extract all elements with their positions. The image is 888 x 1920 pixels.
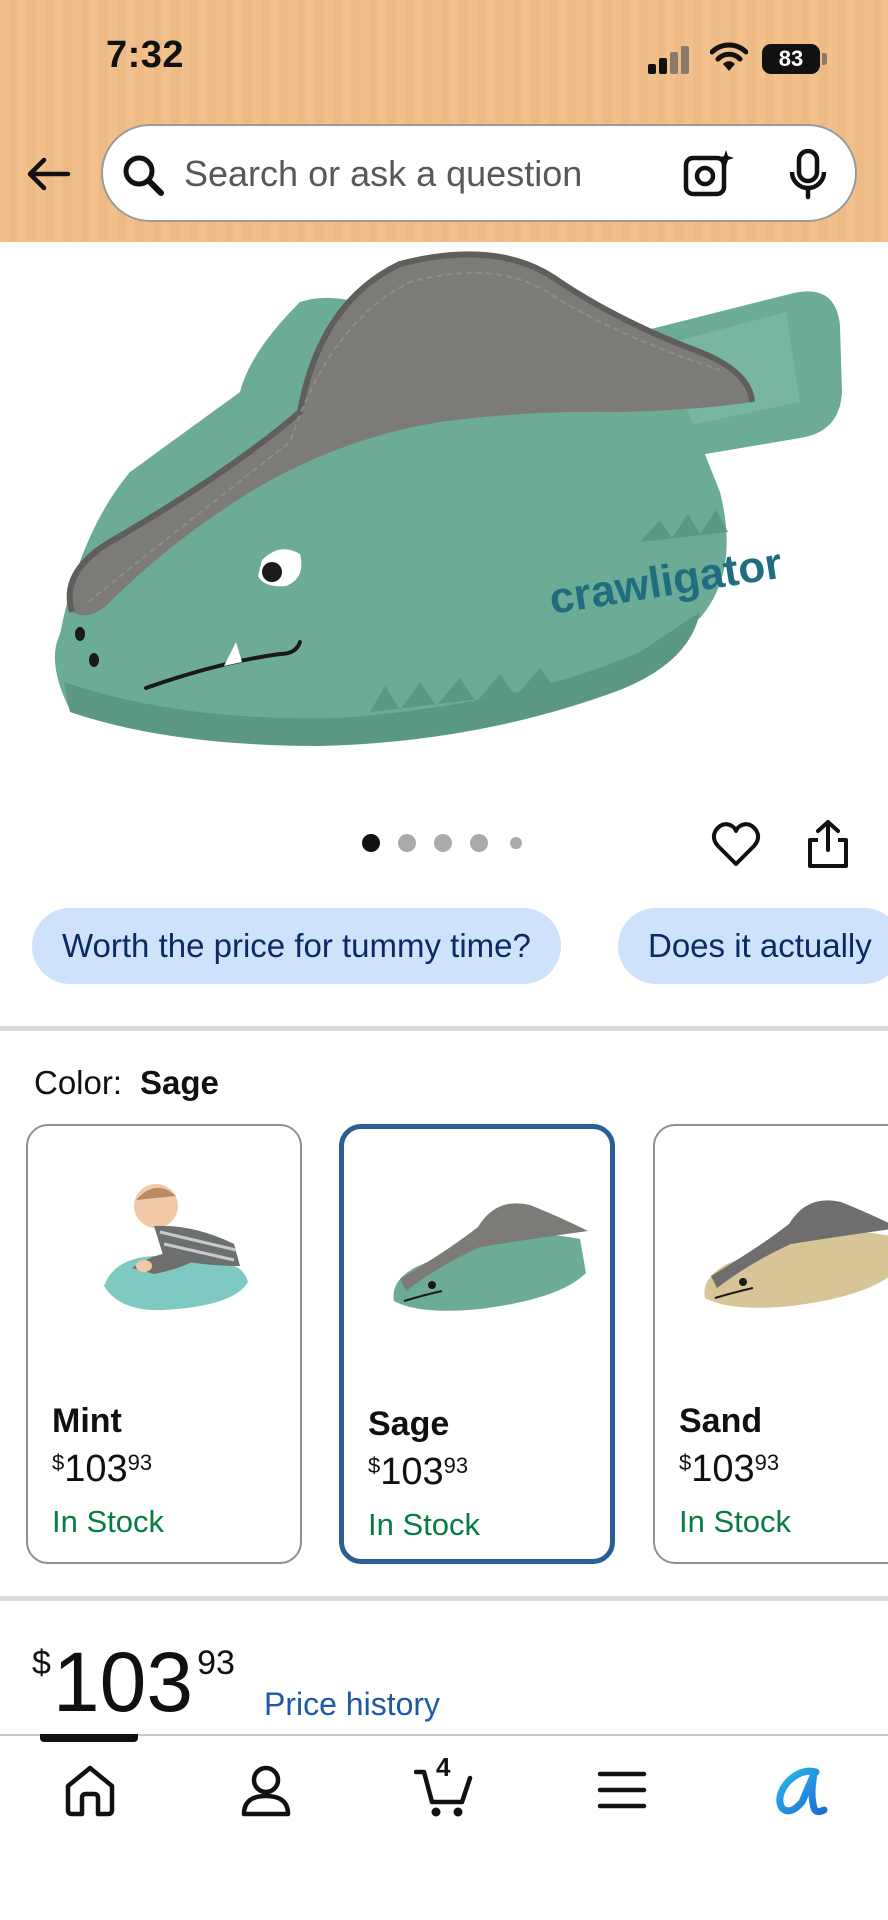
cart-count: 4 bbox=[436, 1752, 451, 1782]
swatch-name: Sand bbox=[679, 1402, 763, 1440]
account-icon[interactable] bbox=[236, 1760, 296, 1820]
selected-color-name: Sage bbox=[140, 1064, 219, 1101]
carousel-dot[interactable] bbox=[398, 834, 416, 852]
search-icon bbox=[123, 155, 164, 196]
stock-status: In Stock bbox=[368, 1507, 480, 1542]
price-whole: 103 bbox=[52, 1635, 194, 1729]
price-cents: 93 bbox=[197, 1644, 235, 1682]
section-divider bbox=[0, 1026, 888, 1031]
swatch-image-sage bbox=[393, 1203, 588, 1311]
swatch-price: $10393 bbox=[679, 1448, 780, 1490]
swatch-name: Sage bbox=[368, 1405, 450, 1443]
swatch-image-mint bbox=[104, 1184, 248, 1311]
carousel-dot[interactable] bbox=[470, 834, 488, 852]
color-label-text: Color: bbox=[34, 1064, 123, 1101]
search-input[interactable] bbox=[184, 148, 644, 200]
wifi-icon bbox=[710, 42, 748, 71]
heart-icon[interactable] bbox=[710, 818, 762, 870]
stock-status: In Stock bbox=[679, 1504, 791, 1539]
section-divider bbox=[0, 1596, 888, 1601]
swatch-name: Mint bbox=[52, 1402, 122, 1440]
product-price: $103 93 bbox=[32, 1640, 235, 1724]
price-history-link[interactable]: Price history bbox=[264, 1686, 440, 1723]
share-icon[interactable] bbox=[804, 818, 852, 870]
rufus-icon[interactable] bbox=[770, 1760, 830, 1820]
product-image[interactable]: crawligator bbox=[0, 242, 888, 772]
color-label: Color: Sage bbox=[34, 1064, 219, 1102]
swatch-image-sand bbox=[704, 1200, 888, 1308]
signal-icon bbox=[648, 46, 690, 74]
home-icon[interactable] bbox=[60, 1760, 120, 1820]
carousel-dot[interactable] bbox=[510, 837, 522, 849]
carousel-dot[interactable] bbox=[362, 834, 380, 852]
color-swatch-sage[interactable]: Sage $10393 In Stock bbox=[339, 1124, 615, 1564]
question-chip[interactable]: Worth the price for tummy time? bbox=[32, 908, 561, 984]
swatch-price: $10393 bbox=[368, 1451, 469, 1493]
question-chip[interactable]: Does it actually bbox=[618, 908, 888, 984]
microphone-icon[interactable] bbox=[786, 148, 830, 200]
camera-icon[interactable] bbox=[682, 148, 734, 200]
color-swatch-sand[interactable]: Sand $10393 In Stock bbox=[653, 1124, 888, 1564]
swatch-price: $10393 bbox=[52, 1448, 153, 1490]
stock-status: In Stock bbox=[52, 1504, 164, 1539]
back-arrow-icon[interactable] bbox=[22, 148, 74, 200]
color-swatch-mint[interactable]: Mint $10393 In Stock bbox=[26, 1124, 302, 1564]
active-tab-indicator bbox=[40, 1734, 138, 1742]
top-header: 7:32 83 bbox=[0, 0, 888, 242]
battery-tip bbox=[822, 53, 827, 65]
carousel-dot[interactable] bbox=[434, 834, 452, 852]
battery-indicator: 83 bbox=[762, 44, 820, 74]
price-currency: $ bbox=[32, 1644, 51, 1682]
status-time: 7:32 bbox=[106, 34, 185, 76]
menu-icon[interactable] bbox=[592, 1760, 652, 1820]
